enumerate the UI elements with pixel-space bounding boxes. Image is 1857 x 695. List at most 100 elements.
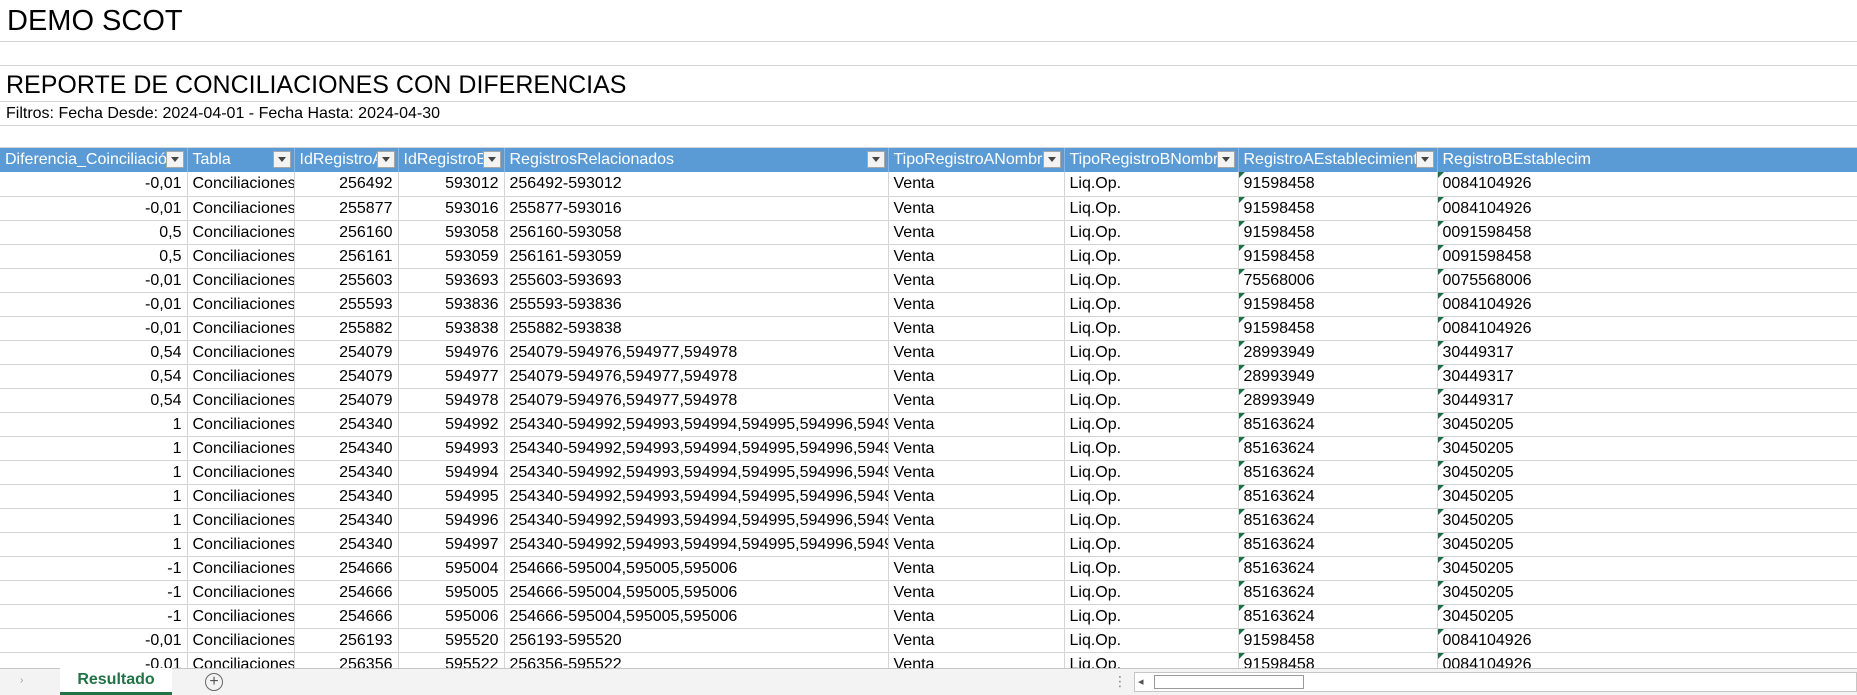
table-cell[interactable]: 30449317: [1437, 340, 1857, 365]
table-cell[interactable]: 595004: [398, 556, 505, 581]
table-cell[interactable]: 30450205: [1437, 556, 1857, 581]
filter-dropdown-icon[interactable]: [866, 151, 885, 168]
sheet-title[interactable]: DEMO SCOT: [7, 3, 183, 39]
table-cell[interactable]: 91598458: [1238, 172, 1438, 197]
table-cell[interactable]: 256492: [294, 172, 399, 197]
table-cell[interactable]: 1: [0, 508, 188, 533]
empty-row[interactable]: [0, 42, 1857, 66]
table-cell[interactable]: Liq.Op.: [1064, 244, 1239, 269]
table-cell[interactable]: Liq.Op.: [1064, 460, 1239, 485]
table-cell[interactable]: 30450205: [1437, 460, 1857, 485]
table-cell[interactable]: 85163624: [1238, 460, 1438, 485]
horizontal-scrollbar[interactable]: ◂: [1134, 672, 1857, 692]
table-cell[interactable]: Conciliaciones: [187, 292, 295, 317]
table-cell[interactable]: 254079-594976,594977,594978: [504, 388, 889, 413]
table-cell[interactable]: 595006: [398, 604, 505, 629]
table-cell[interactable]: -1: [0, 604, 188, 629]
table-cell[interactable]: 30450205: [1437, 508, 1857, 533]
table-cell[interactable]: Liq.Op.: [1064, 508, 1239, 533]
table-cell[interactable]: 0,5: [0, 244, 188, 269]
table-cell[interactable]: 256193: [294, 628, 399, 653]
table-cell[interactable]: 255877-593016: [504, 196, 889, 221]
column-header[interactable]: RegistroAEstablecimiento: [1238, 148, 1438, 172]
table-cell[interactable]: 0084104926: [1437, 628, 1857, 653]
table-cell[interactable]: Venta: [888, 604, 1065, 629]
table-cell[interactable]: 594996: [398, 508, 505, 533]
table-cell[interactable]: Conciliaciones: [187, 556, 295, 581]
table-cell[interactable]: Liq.Op.: [1064, 340, 1239, 365]
table-cell[interactable]: 593693: [398, 268, 505, 293]
table-cell[interactable]: 85163624: [1238, 436, 1438, 461]
table-cell[interactable]: 254666-595004,595005,595006: [504, 580, 889, 605]
table-cell[interactable]: 30450205: [1437, 580, 1857, 605]
table-cell[interactable]: Venta: [888, 412, 1065, 437]
table-cell[interactable]: 0,54: [0, 364, 188, 389]
table-cell[interactable]: 85163624: [1238, 604, 1438, 629]
table-cell[interactable]: -0,01: [0, 172, 188, 197]
table-cell[interactable]: Liq.Op.: [1064, 364, 1239, 389]
table-cell[interactable]: Conciliaciones: [187, 484, 295, 509]
table-cell[interactable]: 1: [0, 436, 188, 461]
table-cell[interactable]: Conciliaciones: [187, 460, 295, 485]
table-cell[interactable]: Venta: [888, 556, 1065, 581]
table-cell[interactable]: 28993949: [1238, 388, 1438, 413]
table-cell[interactable]: 0084104926: [1437, 652, 1857, 668]
table-cell[interactable]: -0,01: [0, 196, 188, 221]
table-cell[interactable]: 256161: [294, 244, 399, 269]
table-cell[interactable]: -0,01: [0, 628, 188, 653]
table-cell[interactable]: Conciliaciones: [187, 436, 295, 461]
table-cell[interactable]: 254079: [294, 340, 399, 365]
table-cell[interactable]: Venta: [888, 580, 1065, 605]
table-cell[interactable]: 0084104926: [1437, 196, 1857, 221]
table-cell[interactable]: Venta: [888, 484, 1065, 509]
column-header[interactable]: IdRegistroB: [398, 148, 505, 172]
filter-dropdown-icon[interactable]: [272, 151, 291, 168]
table-cell[interactable]: Conciliaciones: [187, 532, 295, 557]
table-cell[interactable]: 0084104926: [1437, 316, 1857, 341]
table-cell[interactable]: 85163624: [1238, 508, 1438, 533]
table-cell[interactable]: Liq.Op.: [1064, 220, 1239, 245]
table-cell[interactable]: 594995: [398, 484, 505, 509]
table-cell[interactable]: 254340-594992,594993,594994,594995,59499…: [504, 484, 889, 509]
table-cell[interactable]: Conciliaciones: [187, 244, 295, 269]
table-cell[interactable]: 85163624: [1238, 532, 1438, 557]
table-cell[interactable]: 30450205: [1437, 436, 1857, 461]
table-cell[interactable]: Liq.Op.: [1064, 388, 1239, 413]
table-cell[interactable]: Conciliaciones: [187, 172, 295, 197]
tabbar-resize-handle-icon[interactable]: ⋮: [1113, 673, 1127, 690]
table-cell[interactable]: 1: [0, 460, 188, 485]
table-cell[interactable]: 254340-594992,594993,594994,594995,59499…: [504, 508, 889, 533]
table-cell[interactable]: -1: [0, 556, 188, 581]
table-cell[interactable]: 0091598458: [1437, 244, 1857, 269]
table-cell[interactable]: 593012: [398, 172, 505, 197]
empty-row[interactable]: [0, 126, 1857, 148]
table-cell[interactable]: 28993949: [1238, 340, 1438, 365]
table-cell[interactable]: 254079: [294, 364, 399, 389]
table-cell[interactable]: 594976: [398, 340, 505, 365]
table-cell[interactable]: 594978: [398, 388, 505, 413]
table-cell[interactable]: Conciliaciones: [187, 268, 295, 293]
table-cell[interactable]: 593838: [398, 316, 505, 341]
table-cell[interactable]: Liq.Op.: [1064, 292, 1239, 317]
column-header[interactable]: TipoRegistroANombre: [888, 148, 1065, 172]
table-cell[interactable]: Venta: [888, 196, 1065, 221]
table-cell[interactable]: 595520: [398, 628, 505, 653]
table-cell[interactable]: -0,01: [0, 268, 188, 293]
column-header[interactable]: IdRegistroA: [294, 148, 399, 172]
table-cell[interactable]: 254666: [294, 580, 399, 605]
table-cell[interactable]: 255603-593693: [504, 268, 889, 293]
table-cell[interactable]: Venta: [888, 172, 1065, 197]
filter-dropdown-icon[interactable]: [165, 151, 184, 168]
table-cell[interactable]: 91598458: [1238, 196, 1438, 221]
table-cell[interactable]: 256193-595520: [504, 628, 889, 653]
table-cell[interactable]: 30450205: [1437, 484, 1857, 509]
table-cell[interactable]: 91598458: [1238, 628, 1438, 653]
table-cell[interactable]: 254340-594992,594993,594994,594995,59499…: [504, 436, 889, 461]
table-cell[interactable]: 85163624: [1238, 412, 1438, 437]
table-cell[interactable]: 30450205: [1437, 604, 1857, 629]
table-cell[interactable]: Conciliaciones: [187, 580, 295, 605]
scroll-left-icon[interactable]: ◂: [1138, 675, 1144, 688]
table-cell[interactable]: 254079-594976,594977,594978: [504, 364, 889, 389]
table-cell[interactable]: 254340: [294, 436, 399, 461]
table-cell[interactable]: 254340: [294, 508, 399, 533]
